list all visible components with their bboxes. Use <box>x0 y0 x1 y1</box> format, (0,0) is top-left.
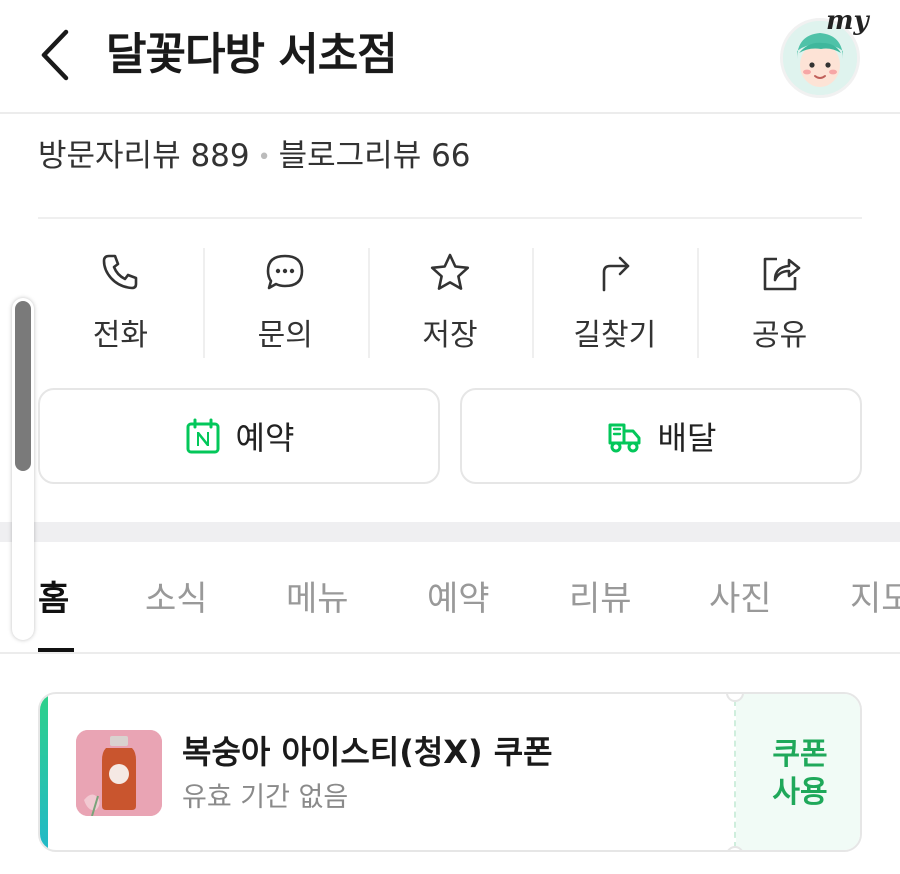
reserve-button[interactable]: 예약 <box>38 388 440 484</box>
delivery-button-label: 배달 <box>657 419 717 457</box>
coupon-thumbnail <box>76 730 162 816</box>
phone-icon <box>103 254 138 290</box>
tab-reservation[interactable]: 예약 <box>427 576 490 622</box>
section-separator <box>0 522 900 542</box>
tab-home[interactable]: 홈 <box>38 576 69 622</box>
coupon-use-label-1: 쿠폰 <box>772 737 828 772</box>
action-share[interactable]: 공유 <box>697 248 862 358</box>
primary-button-row: 예약 배달 <box>38 388 862 484</box>
coupon-accent-bar <box>40 694 48 850</box>
back-button[interactable] <box>36 26 76 84</box>
action-directions[interactable]: 길찾기 <box>532 248 697 358</box>
coupon-validity: 유효 기간 없음 <box>182 782 349 813</box>
chevron-left-icon <box>41 29 69 81</box>
action-row: 전화 문의 저장 길찾기 공유 <box>38 248 862 358</box>
action-save-label: 저장 <box>422 318 478 353</box>
action-directions-label: 길찾기 <box>573 318 657 353</box>
review-summary: 방문자리뷰 889 • 블로그리뷰 66 <box>38 134 471 180</box>
coupon-card[interactable]: 복숭아 아이스티(청X) 쿠폰 유효 기간 없음 쿠폰 사용 <box>38 692 862 852</box>
blog-review-link[interactable]: 블로그리뷰 66 <box>279 138 471 174</box>
action-inquiry-label: 문의 <box>257 318 313 353</box>
tab-bar: 홈 소식 메뉴 예약 리뷰 사진 지도 <box>0 542 900 654</box>
iced-tea-bottle-image <box>76 730 162 816</box>
tab-reviews[interactable]: 리뷰 <box>569 576 632 622</box>
separator-dot: • <box>257 144 271 170</box>
active-tab-indicator <box>38 648 74 652</box>
reserve-button-label: 예약 <box>235 419 295 457</box>
coupon-dashed-separator <box>734 700 736 848</box>
naver-calendar-icon <box>186 418 220 454</box>
divider <box>38 217 862 219</box>
scrollbar-thumb[interactable] <box>15 301 31 471</box>
page-title: 달꽃다방 서초점 <box>106 29 398 80</box>
scrollbar[interactable] <box>12 298 34 640</box>
my-label: my <box>826 6 869 36</box>
delivery-button[interactable]: 배달 <box>460 388 862 484</box>
tab-map[interactable]: 지도 <box>850 576 900 622</box>
header-bar: 달꽃다방 서초점 my <box>0 0 900 114</box>
tab-menu[interactable]: 메뉴 <box>286 576 349 622</box>
action-call[interactable]: 전화 <box>38 248 203 358</box>
tab-news[interactable]: 소식 <box>145 576 208 622</box>
star-icon <box>430 253 470 290</box>
coupon-use-label-2: 사용 <box>772 775 828 810</box>
coupon-title: 복숭아 아이스티(청X) 쿠폰 <box>182 733 553 771</box>
directions-arrow-icon <box>602 256 630 292</box>
action-inquiry[interactable]: 문의 <box>202 248 368 358</box>
coupon-use-button[interactable]: 쿠폰 사용 <box>736 694 860 850</box>
delivery-truck-icon <box>608 423 641 453</box>
action-share-label: 공유 <box>751 318 808 353</box>
share-icon <box>763 257 800 291</box>
action-save[interactable]: 저장 <box>367 248 533 358</box>
visitor-review-link[interactable]: 방문자리뷰 889 <box>38 138 250 174</box>
chat-bubble-icon <box>266 254 304 290</box>
tab-photos[interactable]: 사진 <box>709 576 772 622</box>
action-call-label: 전화 <box>92 318 148 353</box>
